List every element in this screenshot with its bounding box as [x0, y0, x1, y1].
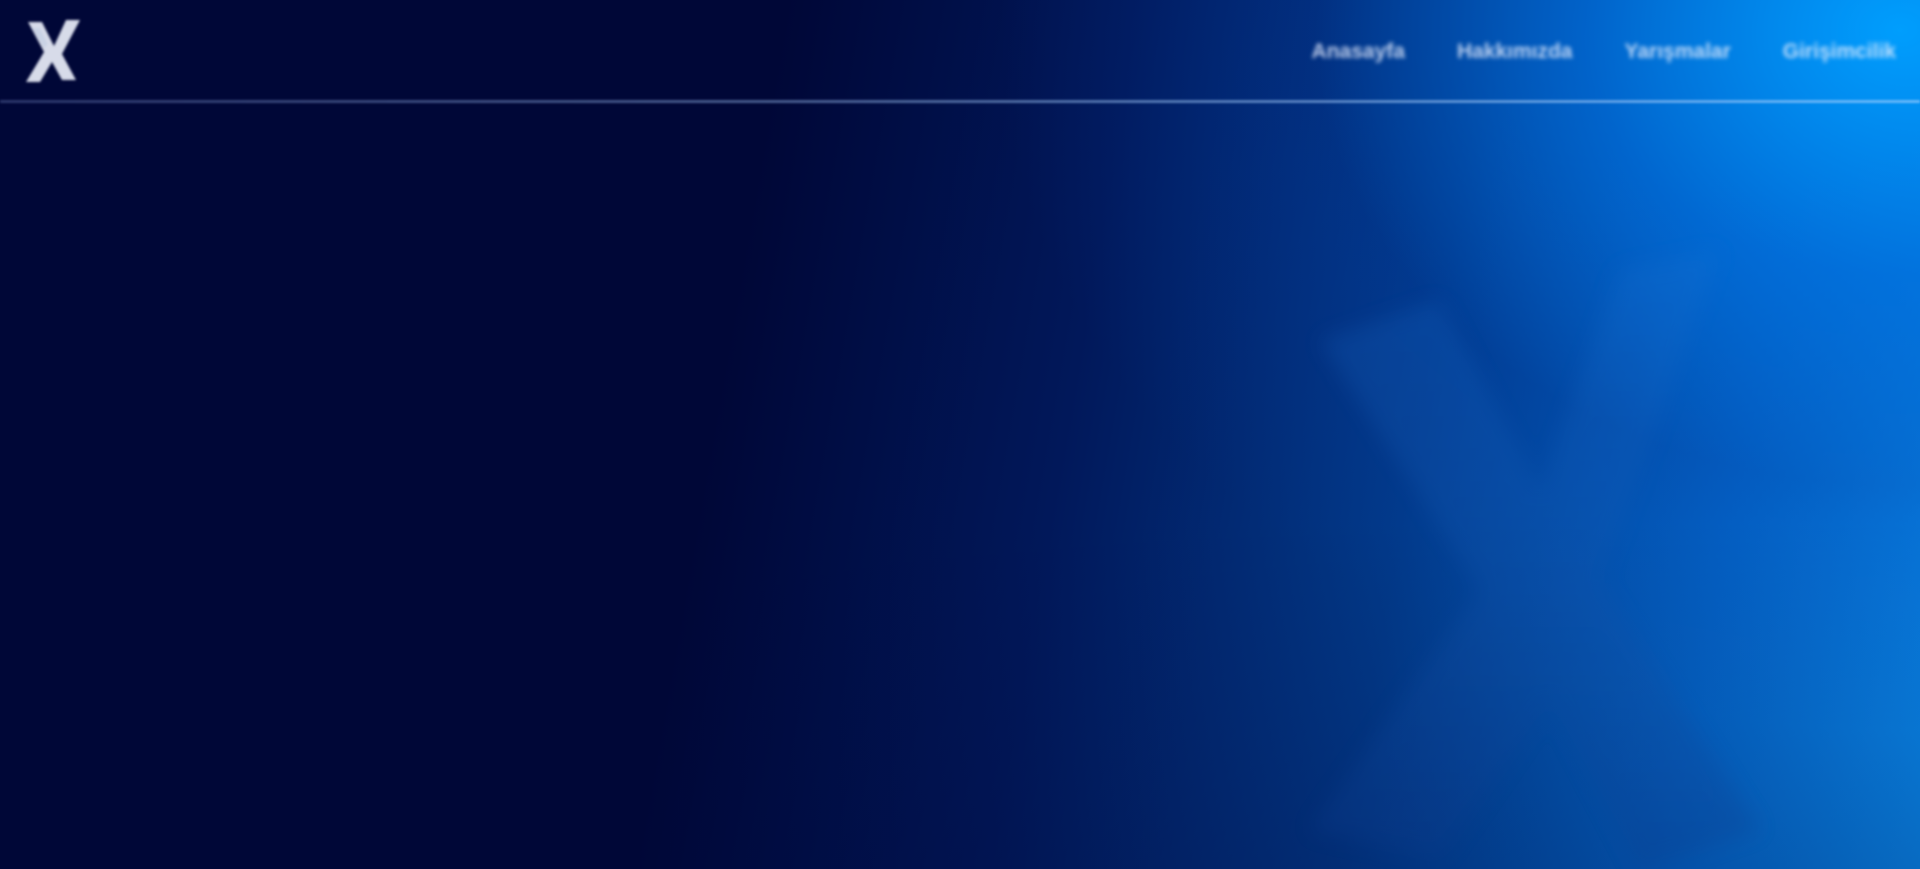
site-header: Anasayfa Hakkımızda Yarışmalar Girişimci… [0, 0, 1920, 103]
nav-about[interactable]: Hakkımızda [1457, 40, 1573, 64]
main-nav: Anasayfa Hakkımızda Yarışmalar Girişimci… [1312, 40, 1896, 64]
x-brand-logo-icon [26, 20, 80, 82]
page: Anasayfa Hakkımızda Yarışmalar Girişimci… [0, 0, 1920, 869]
header-divider [0, 100, 1920, 103]
nav-home[interactable]: Anasayfa [1312, 40, 1405, 64]
site-logo[interactable] [22, 14, 84, 86]
nav-entrepreneurship[interactable]: Girişimcilik [1783, 40, 1896, 64]
hero-section [0, 103, 1920, 869]
nav-competitions[interactable]: Yarışmalar [1625, 40, 1731, 64]
